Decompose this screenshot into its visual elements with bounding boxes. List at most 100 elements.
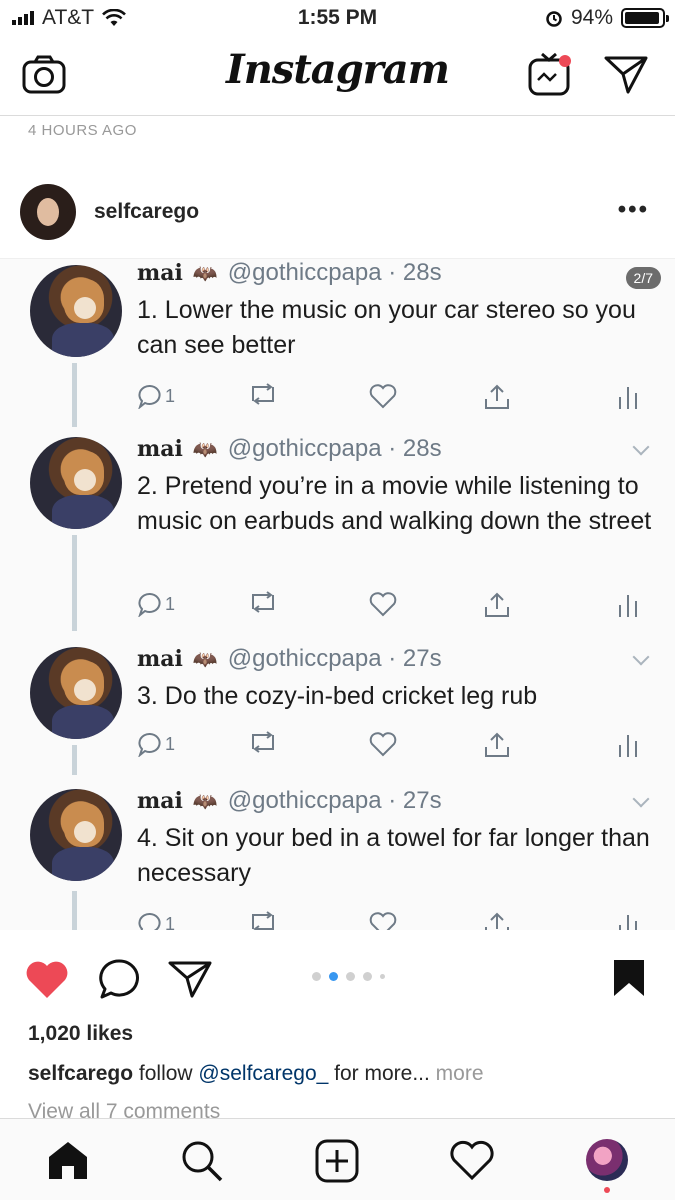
caption-more-link[interactable]: more <box>436 1062 484 1085</box>
tweet-actions: 1 <box>137 731 647 761</box>
carousel-dot <box>329 972 338 981</box>
direct-message-icon[interactable] <box>604 54 648 94</box>
profile-tab[interactable] <box>586 1139 628 1193</box>
tweet-handle: @gothiccpapa · 28s <box>227 435 442 462</box>
thread-line <box>72 891 77 930</box>
thread-line <box>72 535 77 631</box>
tweet-text: 3. Do the cozy-in-bed cricket leg rub <box>137 682 538 710</box>
thread-line <box>72 363 77 427</box>
retweet-icon <box>247 911 279 930</box>
tweet-display-name: mai <box>137 646 183 672</box>
share-icon <box>483 731 511 759</box>
battery-icon <box>621 8 669 28</box>
image-counter-badge: 2/7 <box>625 267 661 289</box>
chevron-down-icon <box>632 438 650 456</box>
tweet-author: mai 🦇 @gothiccpapa · 28s <box>137 435 442 463</box>
battery-percent: 94% <box>570 6 613 29</box>
caption-mention-link[interactable]: @selfcarego_ <box>198 1062 328 1085</box>
analytics-icon <box>617 591 639 619</box>
status-bar: AT&T 1:55 PM 94% <box>0 0 675 36</box>
share-icon <box>483 911 511 930</box>
tweet-text: 2. Pretend you’re in a movie while liste… <box>137 472 652 535</box>
analytics-icon <box>617 731 639 759</box>
tweet-actions: 1 <box>137 591 647 621</box>
bat-icon: 🦇 <box>192 437 218 461</box>
more-options-icon[interactable]: ••• <box>618 196 649 224</box>
like-heart-filled-icon[interactable] <box>24 958 70 1000</box>
post-caption: selfcarego follow @selfcarego_ for more.… <box>28 1062 484 1086</box>
chevron-down-icon <box>632 648 650 666</box>
like-count[interactable]: 1,020 likes <box>28 1022 133 1046</box>
post-time-ago: 4 HOURS AGO <box>28 122 137 139</box>
tweet-display-name: mai <box>137 436 183 462</box>
post-author-avatar[interactable] <box>20 184 76 240</box>
share-icon <box>483 383 511 411</box>
comment-icon[interactable] <box>98 958 142 1000</box>
carousel-dot <box>346 972 355 981</box>
retweet-icon <box>247 731 279 753</box>
view-all-comments-link[interactable]: View all 7 comments <box>28 1100 220 1118</box>
like-outline-icon <box>369 383 397 409</box>
reply-count: 1 <box>165 385 176 406</box>
new-post-icon[interactable] <box>315 1139 359 1183</box>
caption-username[interactable]: selfcarego <box>28 1062 133 1085</box>
tweet-handle: @gothiccpapa · 28s <box>227 259 442 286</box>
search-icon[interactable] <box>180 1139 224 1183</box>
carousel-indicator <box>312 972 385 981</box>
caption-text: follow <box>133 1062 199 1085</box>
home-icon[interactable] <box>46 1139 90 1181</box>
like-outline-icon <box>369 731 397 757</box>
status-right: 94% <box>545 6 669 30</box>
tweet-author: mai 🦇 @gothiccpapa · 27s <box>137 645 442 673</box>
reply-count: 1 <box>165 733 176 754</box>
alarm-icon <box>546 11 562 27</box>
igtv-icon[interactable] <box>528 50 574 96</box>
reply-icon: 1 <box>137 731 175 757</box>
like-outline-icon <box>369 911 397 930</box>
tweet-author: mai 🦇 @gothiccpapa · 27s <box>137 787 442 815</box>
chevron-down-icon <box>632 790 650 808</box>
analytics-icon <box>617 383 639 411</box>
tweet-actions: 1 <box>137 911 647 930</box>
app-header: Instagram <box>0 36 675 116</box>
bottom-navigation <box>0 1118 675 1200</box>
tweet-avatar <box>30 647 122 739</box>
tweet-avatar <box>30 437 122 529</box>
retweet-icon <box>247 383 279 405</box>
profile-avatar[interactable] <box>586 1139 628 1181</box>
activity-heart-icon[interactable] <box>449 1139 495 1181</box>
post-author-username[interactable]: selfcarego <box>94 200 199 224</box>
bookmark-icon[interactable] <box>612 958 646 998</box>
reply-icon: 1 <box>137 591 175 617</box>
post-actions-bar <box>0 950 675 1010</box>
tweet-display-name: mai <box>137 788 183 814</box>
share-icon <box>483 591 511 619</box>
post-image[interactable]: 2/7 mai 🦇 @gothiccpapa · 28s 1. Lower th… <box>0 258 675 930</box>
thread-line <box>72 745 77 775</box>
analytics-icon <box>617 911 639 930</box>
tweet-handle: @gothiccpapa · 27s <box>227 787 442 814</box>
carousel-dot <box>363 972 372 981</box>
reply-count: 1 <box>165 593 176 614</box>
tweet-display-name: mai <box>137 260 183 286</box>
reply-icon: 1 <box>137 911 175 930</box>
post-header: selfcarego ••• <box>0 180 675 242</box>
bat-icon: 🦇 <box>192 789 218 813</box>
tweet-text: 4. Sit on your bed in a towel for far lo… <box>137 824 650 887</box>
tweet-actions: 1 <box>137 383 647 413</box>
caption-text-after: for more... <box>328 1062 436 1085</box>
retweet-icon <box>247 591 279 613</box>
bat-icon: 🦇 <box>192 261 218 285</box>
share-post-icon[interactable] <box>168 960 212 998</box>
carousel-dot <box>312 972 321 981</box>
reply-count: 1 <box>165 913 176 931</box>
carousel-dot <box>380 974 385 979</box>
tweet-avatar <box>30 265 122 357</box>
tweet-avatar <box>30 789 122 881</box>
reply-icon: 1 <box>137 383 175 409</box>
tweet-author: mai 🦇 @gothiccpapa · 28s <box>137 259 442 287</box>
bat-icon: 🦇 <box>192 647 218 671</box>
tweet-text: 1. Lower the music on your car stereo so… <box>137 296 636 359</box>
tweet-handle: @gothiccpapa · 27s <box>227 645 442 672</box>
like-outline-icon <box>369 591 397 617</box>
